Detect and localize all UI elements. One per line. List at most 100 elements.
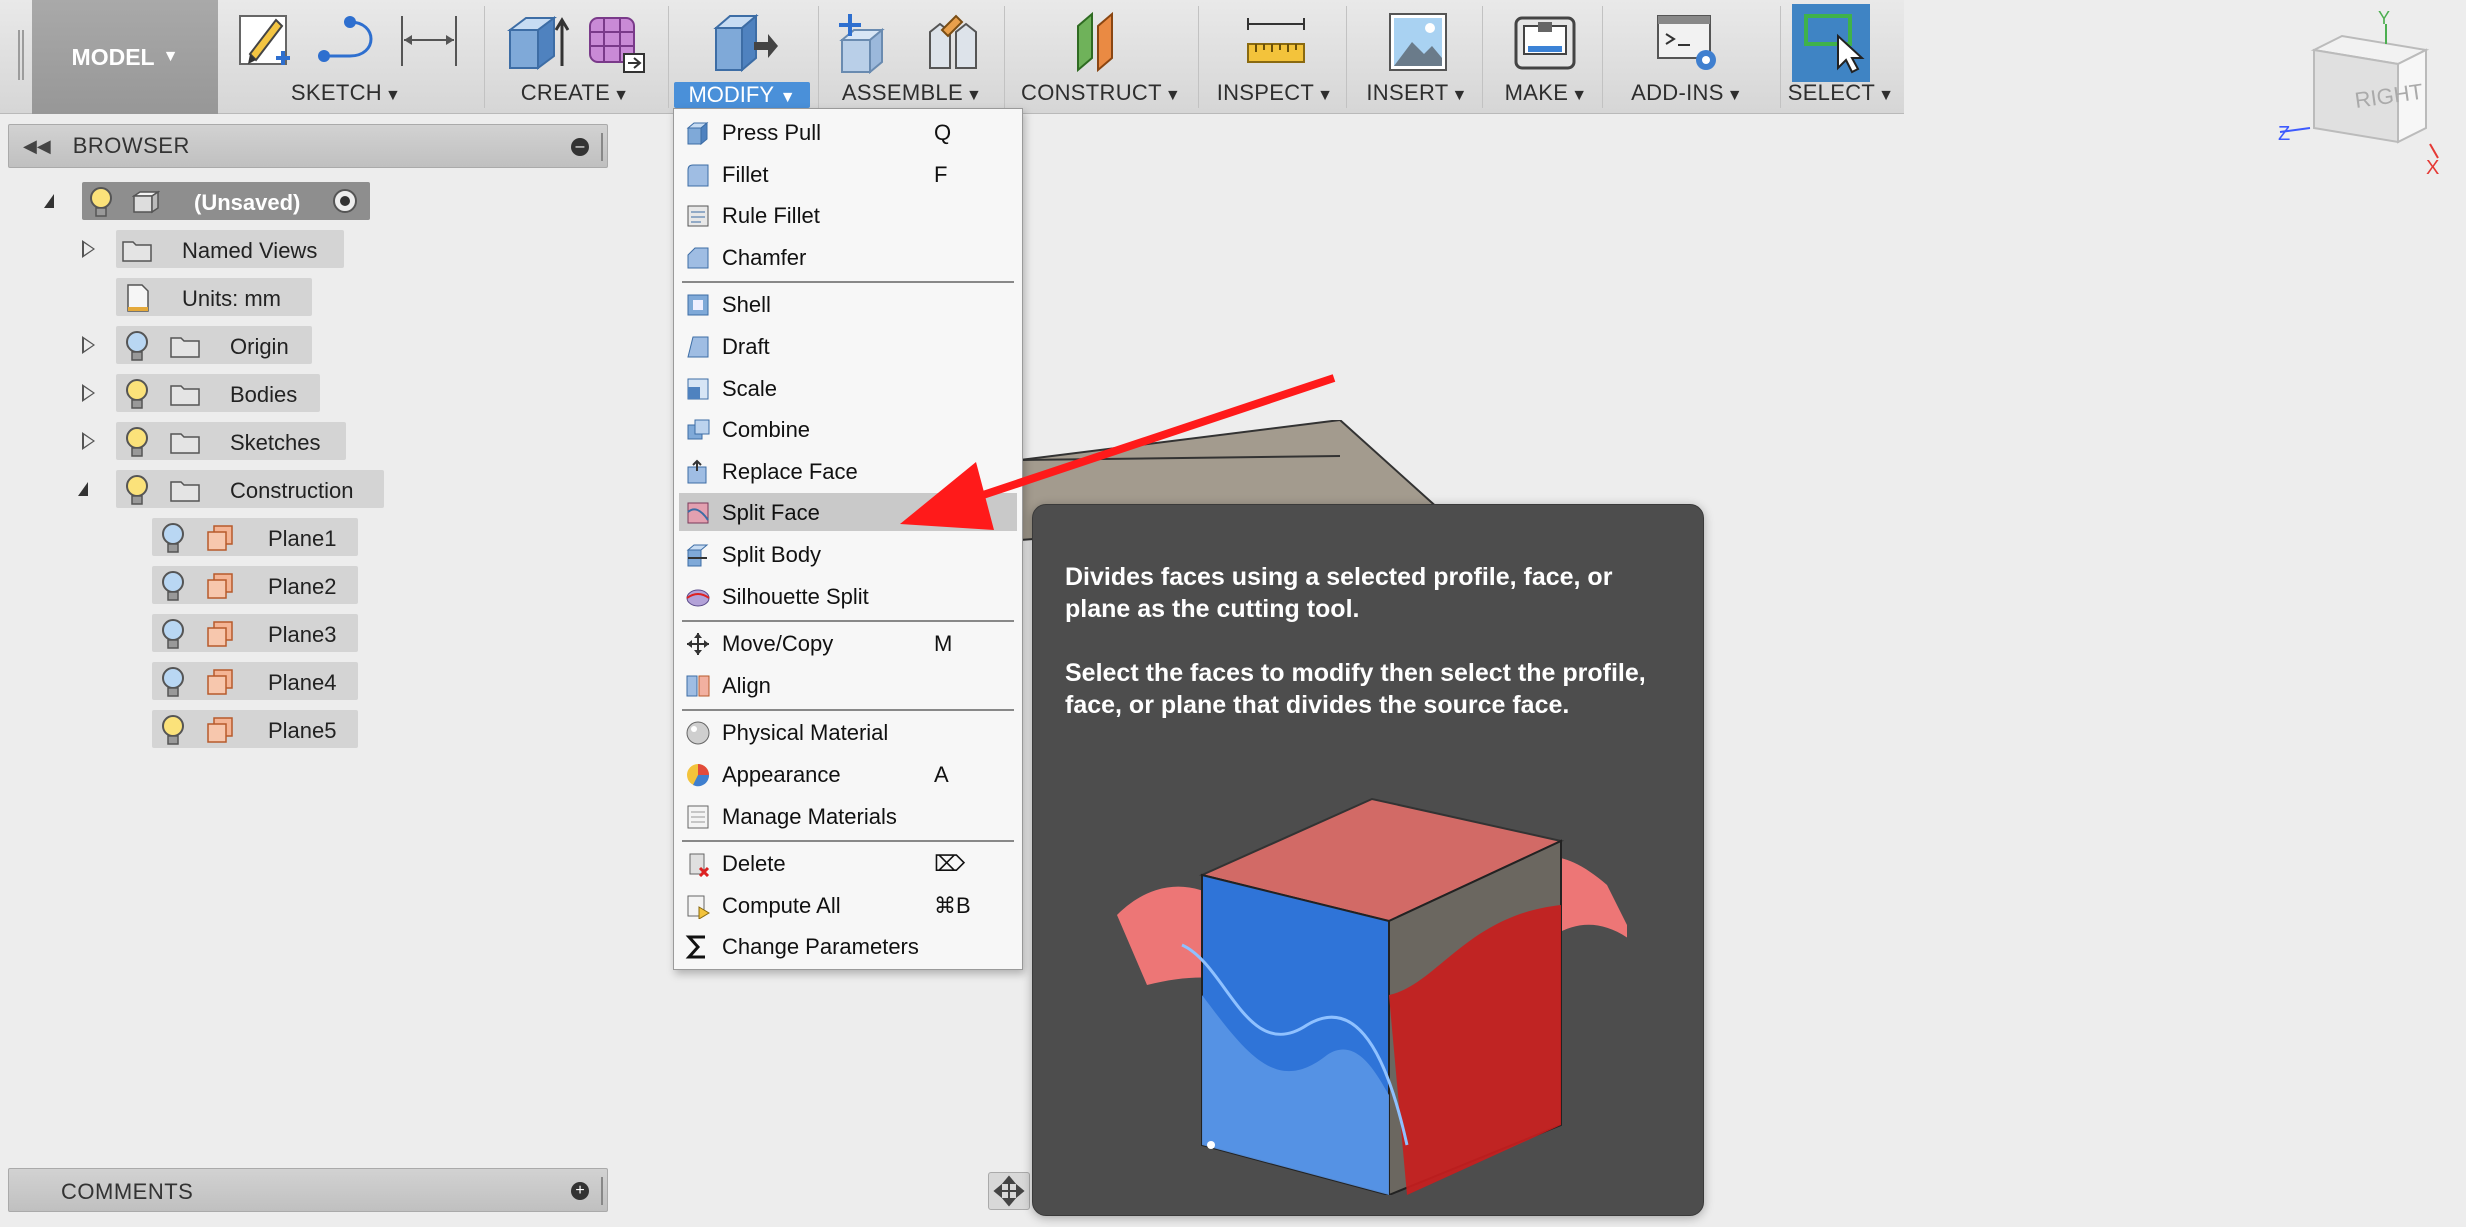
select-icon[interactable] [1802,10,1868,74]
collapse-triangle-icon[interactable] [78,482,88,496]
make-menu[interactable]: MAKE ▼ [1496,80,1596,110]
assemble-label: ASSEMBLE [841,80,963,105]
add-comment-icon[interactable]: + [571,1182,589,1200]
tree-item-sketches[interactable]: Sketches [78,422,378,460]
menu-item-label: Align [722,672,771,698]
tree-item-units[interactable]: Units: mm [116,278,356,316]
tree-item-plane5[interactable]: Plane5 [152,710,362,748]
lightbulb-icon[interactable] [160,618,186,650]
insert-menu[interactable]: INSERT ▼ [1356,80,1478,110]
sigma-icon [685,935,705,959]
menu-item-silhouette-split[interactable]: Silhouette Split [679,577,1017,615]
menu-item-manage-materials[interactable]: Manage Materials [679,797,1017,835]
component-icon [132,190,160,214]
menu-item-replace-face[interactable]: Replace Face [679,452,1017,490]
menu-item-fillet[interactable]: Fillet F [679,155,1017,193]
assemble-menu[interactable]: ASSEMBLE ▼ [822,80,1002,110]
tree-root[interactable]: (Unsaved) [40,182,380,220]
menu-item-appearance[interactable]: Appearance A [679,755,1017,793]
menu-item-physical-material[interactable]: Physical Material [679,713,1017,751]
press-pull-tool-icon[interactable] [710,10,780,74]
split-face-icon [687,502,709,524]
lightbulb-icon[interactable] [160,522,186,554]
menu-item-split-face[interactable]: Split Face [679,493,1017,532]
tree-item-plane1[interactable]: Plane1 [152,518,362,556]
create-menu[interactable]: CREATE ▼ [490,80,660,110]
toolbar-divider [1346,6,1347,108]
scripts-addins-icon[interactable] [1654,10,1724,74]
tree-item-named-views[interactable]: Named Views [78,230,378,268]
lightbulb-off-icon[interactable] [124,330,150,362]
addins-menu[interactable]: ADD-INS ▼ [1612,80,1762,110]
tree-item-construction[interactable]: Construction [78,470,398,508]
expand-triangle-icon[interactable] [82,384,95,402]
insert-image-icon[interactable] [1386,10,1450,74]
pan-icon[interactable] [988,1172,1030,1210]
chevron-down-icon: ▼ [1571,87,1588,104]
new-component-icon[interactable] [832,10,902,74]
dimension-icon[interactable] [396,10,462,72]
minimize-icon[interactable]: – [571,138,589,156]
arc-sketch-icon[interactable] [316,10,386,72]
move-copy-icon [687,633,709,656]
panel-grip[interactable] [601,1177,603,1205]
view-cube[interactable]: RIGHT Y X Z [2270,10,2450,180]
menu-item-compute-all[interactable]: Compute All ⌘B [679,886,1017,924]
construct-menu[interactable]: CONSTRUCT ▼ [1010,80,1192,110]
tree-item-plane4[interactable]: Plane4 [152,662,362,700]
expand-triangle-icon[interactable] [82,336,95,354]
folder-icon [170,385,200,406]
press-pull-icon [686,121,709,146]
tree-item-bodies[interactable]: Bodies [78,374,378,412]
activate-radio-icon[interactable] [332,188,358,214]
create-sketch-icon[interactable] [236,10,296,72]
lightbulb-on-icon[interactable] [124,474,150,506]
menu-item-label: Silhouette Split [722,583,869,609]
menu-item-label: Move/Copy [722,631,834,657]
construction-plane-icon [207,669,233,695]
tree-item-plane2[interactable]: Plane2 [152,566,362,604]
menu-item-align[interactable]: Align [679,666,1017,704]
lightbulb-on-icon[interactable] [124,426,150,458]
menu-item-change-parameters[interactable]: Change Parameters [679,927,1017,965]
lightbulb-icon[interactable] [160,666,186,698]
collapse-panel-icon[interactable]: ◀◀ [23,136,51,157]
lightbulb-on-icon[interactable] [88,186,114,218]
expand-triangle-icon[interactable] [82,432,95,450]
3d-print-icon[interactable] [1512,10,1578,74]
menu-item-draft[interactable]: Draft [679,327,1017,365]
lightbulb-icon[interactable] [160,570,186,602]
menu-item-press-pull[interactable]: Press Pull Q [679,113,1017,151]
sketch-menu[interactable]: SKETCH ▼ [226,80,466,110]
menu-item-delete[interactable]: Delete ⌦ [679,844,1017,882]
toolbar-grip[interactable] [18,30,24,80]
panel-grip[interactable] [601,133,603,161]
tree-item-label: Plane5 [268,718,337,743]
menu-item-combine[interactable]: Combine [679,410,1017,448]
measure-icon[interactable] [1244,10,1310,74]
tree-item-origin[interactable]: Origin [78,326,378,364]
tree-item-plane3[interactable]: Plane3 [152,614,362,652]
expand-triangle-icon[interactable] [82,240,95,258]
workspace-switcher[interactable]: MODEL ▼ [32,0,218,114]
menu-item-split-body[interactable]: Split Body [679,535,1017,573]
offset-plane-icon[interactable] [1068,10,1138,74]
inspect-menu[interactable]: INSPECT ▼ [1210,80,1340,110]
form-icon[interactable] [584,10,650,74]
modify-menu-button[interactable]: MODIFY ▼ [674,82,810,108]
construct-group: CONSTRUCT ▼ [1010,0,1192,114]
lightbulb-icon[interactable] [160,714,186,746]
select-menu[interactable]: SELECT ▼ [1786,80,1896,110]
lightbulb-on-icon[interactable] [124,378,150,410]
extrude-icon[interactable] [504,10,570,74]
collapse-triangle-icon[interactable] [44,194,54,208]
menu-item-label: Rule Fillet [722,203,820,229]
menu-item-rule-fillet[interactable]: Rule Fillet [679,196,1017,234]
select-group: SELECT ▼ [1786,0,1896,114]
joint-icon[interactable] [922,10,988,74]
menu-item-move-copy[interactable]: Move/Copy M [679,624,1017,662]
menu-item-chamfer[interactable]: Chamfer [679,238,1017,276]
menu-item-scale[interactable]: Scale [679,369,1017,407]
menu-item-shortcut: A [934,762,949,787]
menu-item-shell[interactable]: Shell [679,285,1017,323]
